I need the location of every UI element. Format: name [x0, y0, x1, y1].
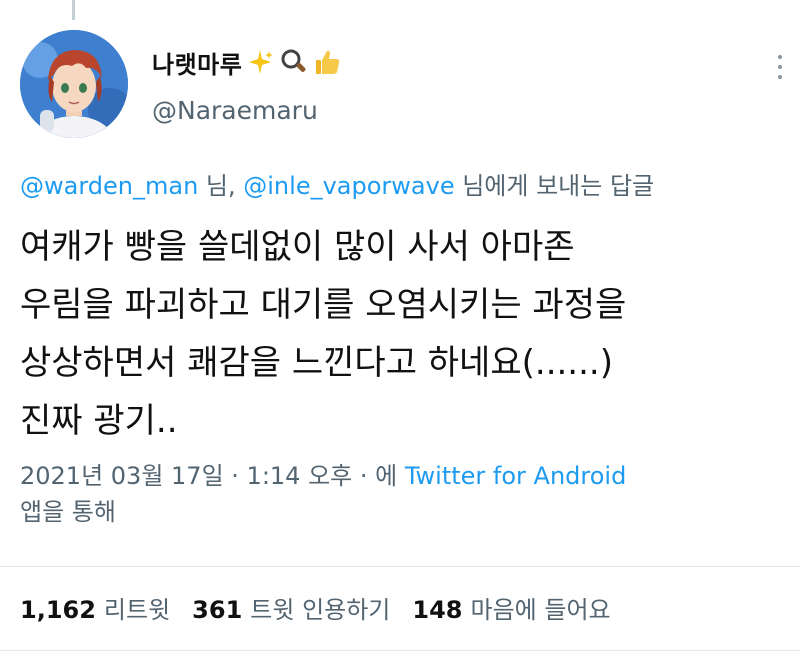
more-dot [778, 75, 782, 79]
author-name-row[interactable]: 나랫마루 [152, 44, 344, 80]
avatar[interactable] [20, 30, 128, 138]
retweets-label: 리트윗 [103, 596, 171, 624]
thumbs-up-icon [312, 46, 344, 78]
retweets-count: 1,162 [20, 596, 96, 624]
avatar-illustration [20, 30, 128, 138]
quotes-count: 361 [192, 596, 243, 624]
author-display-name[interactable]: 나랫마루 [152, 45, 242, 80]
mention-link[interactable]: @warden_man [20, 172, 198, 200]
tweet-line: 상상하면서 쾌감을 느낀다고 하네요(......) [20, 343, 613, 383]
more-dot [778, 65, 782, 69]
retweets-stat[interactable]: 1,162 리트윗 [20, 590, 170, 625]
more-dot [778, 55, 782, 59]
tweet-line: 여캐가 빵을 쓸데없이 많이 사서 아마존 [20, 227, 575, 267]
reply-separator: 님, [198, 172, 244, 200]
tweet-time[interactable]: 1:14 오후 [247, 462, 353, 490]
tweet-source-link[interactable]: Twitter for Android [405, 462, 626, 490]
tweet-line: 진짜 광기.. [20, 401, 178, 441]
divider [0, 650, 800, 651]
magnifier-icon [278, 46, 310, 78]
tweet-body: 여캐가 빵을 쓸데없이 많이 사서 아마존 우림을 파괴하고 대기를 오염시키는… [20, 218, 790, 450]
reply-suffix: 님에게 보내는 답글 [454, 172, 655, 200]
quote-tweets-stat[interactable]: 361 트윗 인용하기 [192, 590, 390, 625]
author-handle[interactable]: @Naraemaru [152, 96, 318, 125]
quotes-label: 트윗 인용하기 [250, 596, 391, 624]
sparkles-icon [244, 46, 276, 78]
replying-to-line: @warden_man 님, @inle_vaporwave 님에게 보내는 답… [20, 166, 654, 201]
meta-separator: · [223, 462, 247, 490]
tweet-date[interactable]: 2021년 03월 17일 [20, 462, 224, 490]
tweet-metadata: 2021년 03월 17일 · 1:14 오후 · 에 Twitter for … [20, 458, 780, 530]
source-suffix: 앱을 통해 [20, 498, 116, 526]
mention-link[interactable]: @inle_vaporwave [243, 172, 454, 200]
divider [0, 566, 800, 567]
meta-separator: · 에 [352, 462, 405, 490]
engagement-stats: 1,162 리트윗 361 트윗 인용하기 148 마음에 들어요 [20, 590, 611, 625]
more-options-icon[interactable] [770, 52, 790, 82]
likes-label: 마음에 들어요 [470, 596, 611, 624]
likes-count: 148 [412, 596, 463, 624]
thread-connector-line [72, 0, 75, 20]
likes-stat[interactable]: 148 마음에 들어요 [412, 590, 610, 625]
timestamp-line: 2021년 03월 17일 · 1:14 오후 · 에 Twitter for … [20, 458, 780, 494]
tweet-line: 우림을 파괴하고 대기를 오염시키는 과정을 [20, 285, 627, 325]
